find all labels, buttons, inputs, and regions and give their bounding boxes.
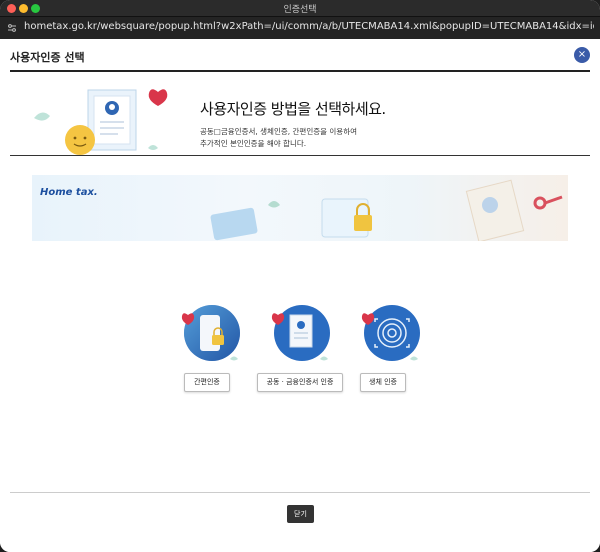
certificate-auth-button[interactable]: 공동 · 금융인증서 인증 xyxy=(257,373,343,392)
phone-lock-icon[interactable] xyxy=(178,301,242,365)
certificate-icon[interactable] xyxy=(268,301,332,365)
browser-window: 인증선택 hometax.go.kr/websquare/popup.html?… xyxy=(0,0,600,552)
intro-description: 공동□금융인증서, 생체인증, 간편인증을 이용하여 추가적인 본인인증을 해야… xyxy=(200,126,400,150)
intro-heading: 사용자인증 방법을 선택하세요. xyxy=(200,100,386,118)
url-text[interactable]: hometax.go.kr/websquare/popup.html?w2xPa… xyxy=(24,21,594,32)
fingerprint-icon[interactable] xyxy=(358,301,422,365)
biometric-auth-button[interactable]: 생체 인증 xyxy=(360,373,406,392)
close-icon[interactable]: × xyxy=(574,47,590,63)
auth-option-biometric: 생체 인증 xyxy=(348,301,444,399)
popup-content: 사용자인증 선택 × 사용자인증 방법을 선택하세요. 공동□금융인증서, 생체… xyxy=(0,39,600,552)
footer-divider xyxy=(10,492,590,493)
banner-illustration-icon xyxy=(210,179,563,241)
window-title: 인증선택 xyxy=(283,5,317,15)
close-button[interactable]: 닫기 xyxy=(287,505,314,523)
auth-option-simple: 간편인증 xyxy=(160,301,256,399)
site-settings-icon[interactable] xyxy=(7,23,17,33)
intro-desc-line1: 공동□금융인증서, 생체인증, 간편인증을 이용하여 xyxy=(200,127,358,136)
title-bar: 인증선택 xyxy=(0,0,600,17)
simple-auth-button[interactable]: 간편인증 xyxy=(184,373,230,392)
address-bar[interactable]: hometax.go.kr/websquare/popup.html?w2xPa… xyxy=(0,17,600,39)
popup-title: 사용자인증 선택 xyxy=(10,51,85,64)
auth-option-certificate: 공동 · 금융인증서 인증 xyxy=(252,301,348,399)
document-illustration-icon xyxy=(34,89,168,155)
hometax-banner: Home tax. xyxy=(32,175,568,241)
intro-section: 사용자인증 방법을 선택하세요. 공동□금융인증서, 생체인증, 간편인증을 이… xyxy=(10,74,590,156)
intro-desc-line2: 추가적인 본인인증을 해야 합니다. xyxy=(200,139,307,148)
popup-header: 사용자인증 선택 × xyxy=(10,39,590,72)
